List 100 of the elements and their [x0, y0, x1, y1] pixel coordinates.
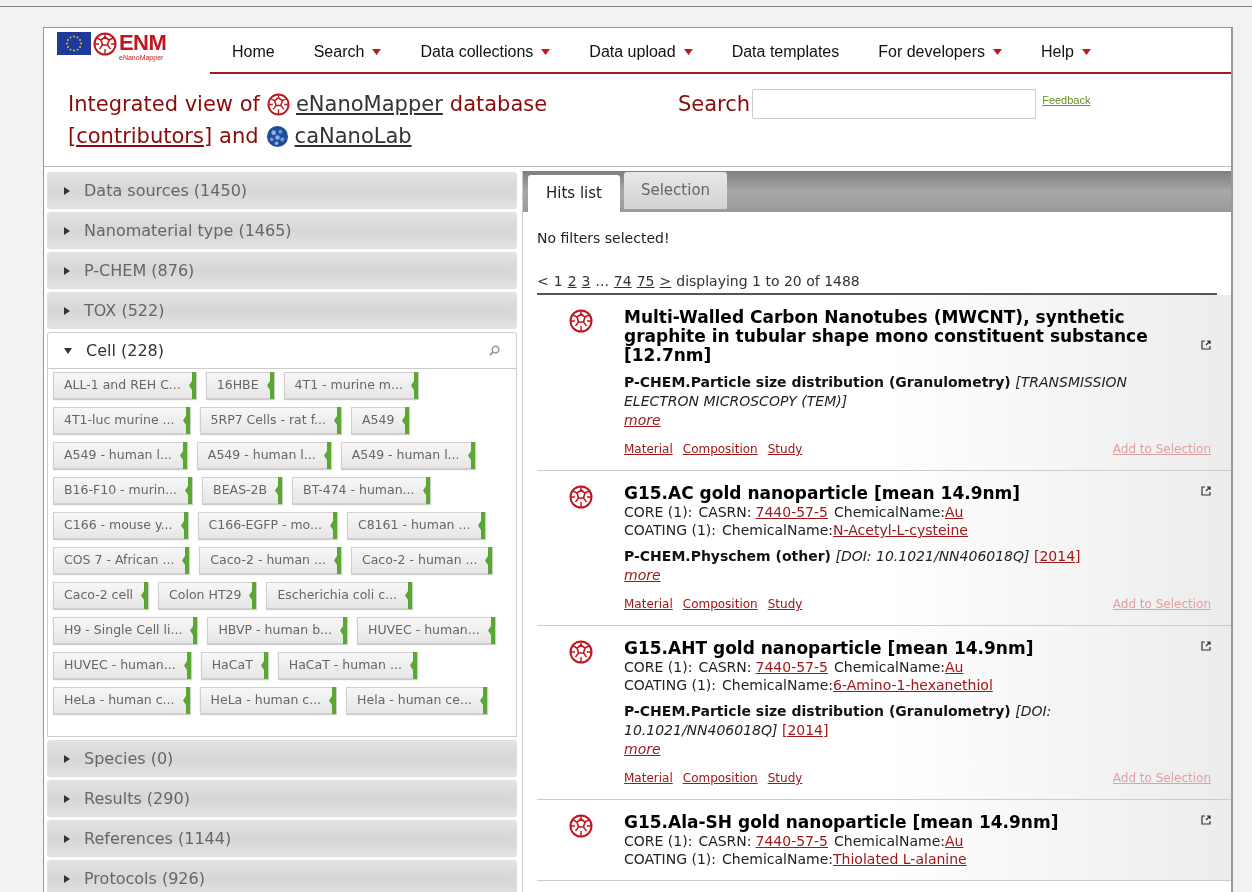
- chemical-name-link[interactable]: N-Acetyl-L-cysteine: [833, 521, 968, 539]
- external-link-icon[interactable]: [1201, 486, 1211, 496]
- filter-tag[interactable]: A549 - human l...: [340, 442, 476, 469]
- result-action-link[interactable]: Material: [624, 595, 673, 613]
- chemical-name-link[interactable]: Au: [945, 503, 964, 521]
- filter-tag[interactable]: Caco-2 - human ...: [350, 547, 494, 574]
- nav-link[interactable]: Help: [1040, 40, 1091, 66]
- facet-header[interactable]: P-CHEM (876): [47, 252, 517, 289]
- filter-tag[interactable]: HeLa - human c...: [53, 687, 191, 714]
- filter-tag[interactable]: Colon HT29: [158, 582, 258, 609]
- search-field[interactable]: [752, 89, 1037, 119]
- database-link[interactable]: caNanoLab: [290, 120, 412, 152]
- filter-tag[interactable]: C166 - mouse y...: [53, 512, 189, 539]
- field-label: CASRN:: [698, 503, 752, 521]
- result-action-link[interactable]: Composition: [682, 769, 758, 787]
- result-action-link[interactable]: Study: [767, 440, 803, 458]
- page-link[interactable]: >: [659, 271, 672, 292]
- page-link[interactable]: 75: [636, 271, 655, 292]
- facet-header[interactable]: Species (0): [47, 740, 517, 777]
- page-marker: ...: [595, 272, 609, 291]
- result-action-link[interactable]: Study: [767, 595, 803, 613]
- filter-tag[interactable]: BT-474 - human...: [292, 477, 431, 504]
- filter-tag[interactable]: 16HBE: [205, 372, 275, 399]
- filter-tag[interactable]: HaCaT - human ...: [277, 652, 418, 679]
- chemical-name-link[interactable]: Thiolated L-alanine: [833, 850, 967, 868]
- filter-tag[interactable]: C166-EGFP - mo...: [197, 512, 338, 539]
- more-link[interactable]: more: [624, 411, 661, 430]
- field-label: ChemicalName:: [722, 850, 834, 868]
- page-link[interactable]: 3: [581, 271, 591, 292]
- filter-tag[interactable]: A549 - human l...: [53, 442, 188, 469]
- tag-handle-icon: [260, 652, 268, 679]
- filter-tag[interactable]: A549: [351, 407, 411, 434]
- page-link[interactable]: 74: [613, 271, 632, 292]
- nav-link[interactable]: Data upload: [589, 40, 693, 66]
- casrn-link[interactable]: 7440-57-5: [755, 503, 828, 521]
- result-action-link[interactable]: Study: [767, 769, 803, 787]
- facet-header[interactable]: Cell (228): [47, 332, 517, 369]
- more-link[interactable]: more: [624, 740, 661, 759]
- facet-header[interactable]: Nanomaterial type (1465): [47, 212, 517, 249]
- tag-label: HUVEC - human...: [367, 621, 481, 640]
- filter-tag[interactable]: COS 7 - African ...: [53, 547, 191, 574]
- filter-tag[interactable]: HUVEC - human...: [53, 652, 192, 679]
- filter-tag[interactable]: B16-F10 - murin...: [53, 477, 194, 504]
- casrn-link[interactable]: 7440-57-5: [755, 832, 828, 850]
- contributors-link[interactable]: [contributors]: [68, 120, 213, 152]
- facet-header[interactable]: Data sources (1450): [47, 172, 517, 209]
- database-link[interactable]: eNanoMapper: [291, 88, 443, 120]
- more-link[interactable]: more: [624, 566, 661, 585]
- chemical-name-link[interactable]: Au: [945, 658, 964, 676]
- year-link[interactable]: [2014]: [781, 722, 829, 738]
- filter-tag[interactable]: HBVP - human b...: [207, 617, 348, 644]
- nav-link[interactable]: Home: [232, 40, 275, 66]
- external-link-icon[interactable]: [1201, 641, 1211, 651]
- filter-tag[interactable]: BEAS-2B: [202, 477, 284, 504]
- filter-tag[interactable]: HaCaT: [200, 652, 269, 679]
- nanoparticle-icon: [568, 814, 593, 838]
- filter-tag[interactable]: C8161 - human ...: [346, 512, 487, 539]
- external-link-icon[interactable]: [1201, 815, 1211, 825]
- nav-link[interactable]: Data templates: [731, 40, 840, 66]
- chemical-name-link[interactable]: Au: [945, 832, 964, 850]
- pager-summary: displaying 1 to 20 of 1488: [676, 272, 860, 291]
- year-link[interactable]: [2014]: [1033, 548, 1081, 564]
- filter-tag[interactable]: HUVEC - human...: [357, 617, 496, 644]
- feedback-link[interactable]: Feedback: [1042, 92, 1091, 109]
- facet-header[interactable]: Protocols (926): [47, 860, 517, 892]
- facet-header[interactable]: Results (290): [47, 780, 517, 817]
- casrn-link[interactable]: 7440-57-5: [755, 658, 828, 676]
- nav-link[interactable]: For developers: [878, 40, 1002, 66]
- filter-tag[interactable]: Hela - human ce...: [346, 687, 488, 714]
- facet-header[interactable]: References (1144): [47, 820, 517, 857]
- result-action-link[interactable]: Material: [624, 440, 673, 458]
- tab[interactable]: Selection: [623, 172, 728, 209]
- nav-link[interactable]: Search: [313, 40, 382, 66]
- result-action-link[interactable]: Composition: [682, 595, 758, 613]
- filter-tag[interactable]: 4T1-luc murine ...: [53, 407, 191, 434]
- filter-tag[interactable]: HeLa - human c...: [199, 687, 338, 714]
- tab[interactable]: Hits list: [528, 175, 620, 212]
- facet-label: Cell (228): [86, 339, 164, 362]
- field-label: ChemicalName:: [834, 503, 945, 521]
- result-action-link[interactable]: Composition: [682, 440, 758, 458]
- page-link[interactable]: 2: [567, 271, 577, 292]
- filter-tag[interactable]: H9 - Single Cell li...: [53, 617, 199, 644]
- facet-header[interactable]: TOX (522): [47, 292, 517, 329]
- search-icon[interactable]: [489, 345, 500, 356]
- filter-tag[interactable]: 5RP7 Cells - rat f...: [199, 407, 343, 434]
- component-role: COATING (1):: [624, 850, 717, 868]
- filter-tag[interactable]: ALL-1 and REH C...: [53, 372, 197, 399]
- external-link-icon[interactable]: [1201, 340, 1211, 350]
- filter-tag[interactable]: Caco-2 cell: [53, 582, 150, 609]
- nav-link[interactable]: Data collections: [420, 40, 551, 66]
- field-label: CASRN:: [698, 658, 752, 676]
- filter-tag[interactable]: Escherichia coli c...: [266, 582, 414, 609]
- filter-tag[interactable]: A549 - human l...: [196, 442, 332, 469]
- tag-handle-icon: [409, 652, 417, 679]
- tag-handle-icon: [478, 512, 486, 539]
- tag-label: Hela - human ce...: [356, 691, 473, 710]
- filter-tag[interactable]: 4T1 - murine m...: [283, 372, 419, 399]
- chemical-name-link[interactable]: 6-Amino-1-hexanethiol: [833, 676, 993, 694]
- result-action-link[interactable]: Material: [624, 769, 673, 787]
- filter-tag[interactable]: Caco-2 - human ...: [199, 547, 342, 574]
